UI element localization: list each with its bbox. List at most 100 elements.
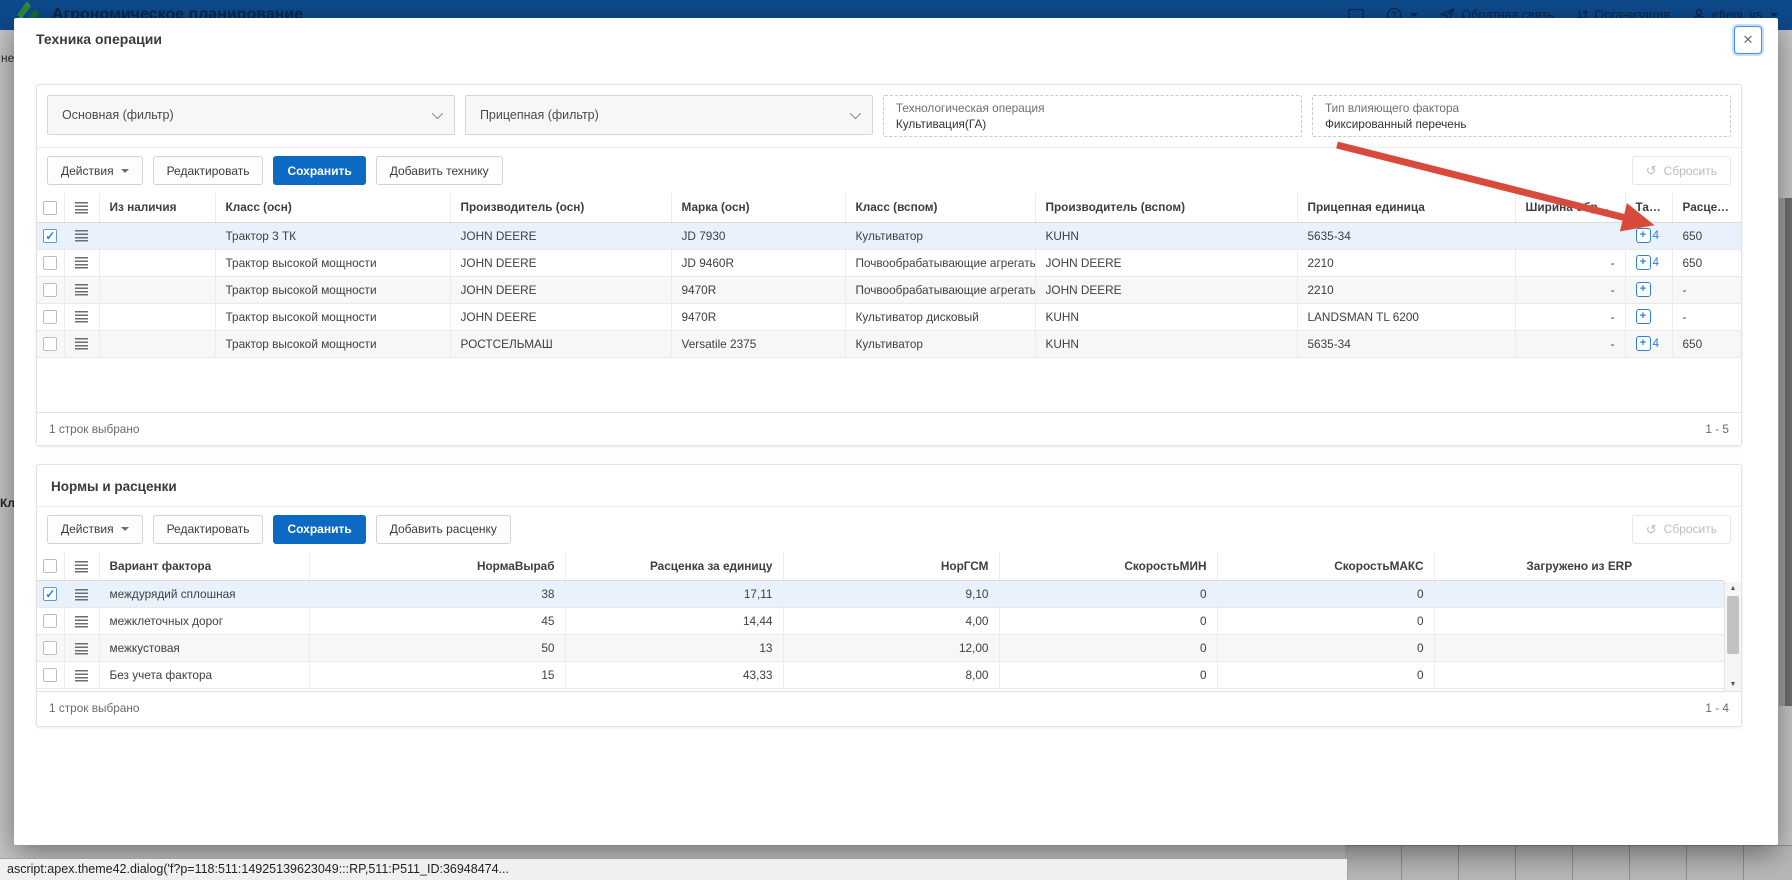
row-menu-icon[interactable] (75, 230, 88, 242)
row-menu-icon[interactable] (75, 589, 88, 601)
cell-erp[interactable] (1434, 662, 1724, 689)
equipment-col-header[interactable]: Класс (вспом) (845, 193, 1035, 222)
cell-trailed-unit[interactable]: 2210 (1297, 276, 1515, 303)
equipment-col-header[interactable]: Из наличия (99, 193, 215, 222)
cell-class-main[interactable]: Трактор высокой мощности (215, 249, 450, 276)
cell-brand-main[interactable]: JD 9460R (671, 249, 845, 276)
scrollbar-track[interactable] (1725, 595, 1741, 678)
equipment-col-header[interactable]: Ширина обработки (1515, 193, 1625, 222)
equipment-col-header[interactable]: Марка (осн) (671, 193, 845, 222)
cell-speed-max[interactable]: 0 (1217, 662, 1434, 689)
cell-class-aux[interactable]: Почвообрабатывающие агрегаты (845, 276, 1035, 303)
equipment-header-menu-icon[interactable] (75, 202, 88, 214)
cell-norm[interactable]: 38 (309, 581, 565, 608)
cell-factor[interactable]: межкустовая (99, 635, 309, 662)
cell-trailed-unit[interactable]: 2210 (1297, 249, 1515, 276)
cell-class-aux[interactable]: Культиватор (845, 330, 1035, 357)
cell-mfr-main[interactable]: JOHN DEERE (450, 249, 671, 276)
equipment-col-header[interactable]: Тарифн (1625, 193, 1672, 222)
row-menu-icon[interactable] (75, 311, 88, 323)
cell-speed-max[interactable]: 0 (1217, 581, 1434, 608)
cell-brand-main[interactable]: Versatile 2375 (671, 330, 845, 357)
cell-mfr-main[interactable]: JOHN DEERE (450, 303, 671, 330)
cell-class-main[interactable]: Трактор высокой мощности (215, 303, 450, 330)
equipment-col-header[interactable]: Производитель (вспом) (1035, 193, 1297, 222)
cell-from-stock[interactable] (99, 303, 215, 330)
tariff-plus-icon[interactable]: + (1636, 282, 1651, 297)
scrollbar-thumb[interactable] (1727, 596, 1739, 654)
cell-erp[interactable] (1434, 581, 1724, 608)
cell-mfr-aux[interactable]: KUHN (1035, 303, 1297, 330)
cell-rate[interactable]: 650 (1672, 330, 1741, 357)
dialog-close-button[interactable]: ✕ (1734, 26, 1762, 54)
rates-select-all-header[interactable] (37, 552, 64, 581)
cell-erp[interactable] (1434, 608, 1724, 635)
cell-rate-per-unit[interactable]: 17,11 (565, 581, 783, 608)
cell-rate-per-unit[interactable]: 14,44 (565, 608, 783, 635)
rates-reset-button[interactable]: ↺Сбросить (1632, 515, 1731, 544)
rates-col-header[interactable]: НорГСМ (783, 552, 999, 581)
equipment-add-button[interactable]: Добавить технику (376, 156, 503, 185)
cell-rate-per-unit[interactable]: 13 (565, 635, 783, 662)
cell-from-stock[interactable] (99, 330, 215, 357)
cell-class-main[interactable]: Трактор высокой мощности (215, 330, 450, 357)
cell-factor[interactable]: междурядий сплошная (99, 581, 309, 608)
row-select-checkbox[interactable] (43, 668, 57, 682)
equipment-header-menu[interactable] (64, 193, 99, 222)
cell-mfr-aux[interactable]: JOHN DEERE (1035, 249, 1297, 276)
cell-tariff[interactable]: +4 (1625, 249, 1672, 276)
rates-col-header[interactable]: НормаВыраб (309, 552, 565, 581)
rates-col-header[interactable]: СкоростьМАКС (1217, 552, 1434, 581)
tariff-count[interactable]: 4 (1653, 255, 1660, 269)
cell-speed-min[interactable]: 0 (999, 635, 1217, 662)
equipment-select-all-header[interactable] (37, 193, 64, 222)
rates-col-header[interactable]: Расценка за единицу (565, 552, 783, 581)
cell-norm[interactable]: 15 (309, 662, 565, 689)
row-select-checkbox[interactable] (43, 229, 57, 243)
cell-factor[interactable]: межклеточных дорог (99, 608, 309, 635)
cell-brand-main[interactable]: 9470R (671, 303, 845, 330)
cell-tariff[interactable]: + (1625, 276, 1672, 303)
cell-fuel-norm[interactable]: 12,00 (783, 635, 999, 662)
cell-width[interactable]: - (1515, 303, 1625, 330)
row-menu-icon[interactable] (75, 670, 88, 682)
row-select-checkbox[interactable] (43, 283, 57, 297)
cell-class-aux[interactable]: Культиватор дисковый (845, 303, 1035, 330)
cell-norm[interactable]: 45 (309, 608, 565, 635)
rates-actions-button[interactable]: Действия (47, 515, 143, 544)
cell-mfr-aux[interactable]: JOHN DEERE (1035, 276, 1297, 303)
cell-mfr-aux[interactable]: KUHN (1035, 330, 1297, 357)
rates-add-button[interactable]: Добавить расценку (376, 515, 511, 544)
cell-trailed-unit[interactable]: 5635-34 (1297, 222, 1515, 249)
cell-speed-min[interactable]: 0 (999, 608, 1217, 635)
row-menu-icon[interactable] (75, 616, 88, 628)
tariff-plus-icon[interactable]: + (1636, 336, 1651, 351)
row-menu-icon[interactable] (75, 338, 88, 350)
cell-from-stock[interactable] (99, 249, 215, 276)
cell-rate[interactable]: 650 (1672, 249, 1741, 276)
rates-header-menu-icon[interactable] (75, 561, 88, 573)
cell-from-stock[interactable] (99, 276, 215, 303)
equipment-select-all-checkbox[interactable] (43, 201, 57, 215)
cell-width[interactable]: - (1515, 276, 1625, 303)
rates-col-header[interactable]: СкоростьМИН (999, 552, 1217, 581)
row-select-checkbox[interactable] (43, 641, 57, 655)
equipment-col-header[interactable]: Расценка за (1672, 193, 1741, 222)
cell-speed-max[interactable]: 0 (1217, 608, 1434, 635)
cell-erp[interactable] (1434, 635, 1724, 662)
cell-fuel-norm[interactable]: 8,00 (783, 662, 999, 689)
cell-brand-main[interactable]: 9470R (671, 276, 845, 303)
row-menu-icon[interactable] (75, 284, 88, 296)
equipment-col-header[interactable]: Прицепная единица (1297, 193, 1515, 222)
cell-rate-per-unit[interactable]: 43,33 (565, 662, 783, 689)
cell-class-main[interactable]: Трактор высокой мощности (215, 276, 450, 303)
cell-mfr-aux[interactable]: KUHN (1035, 222, 1297, 249)
cell-mfr-main[interactable]: JOHN DEERE (450, 276, 671, 303)
rates-edit-button[interactable]: Редактировать (153, 515, 264, 544)
cell-tariff[interactable]: + (1625, 303, 1672, 330)
row-menu-icon[interactable] (75, 257, 88, 269)
cell-tariff[interactable]: +4 (1625, 330, 1672, 357)
equipment-col-header[interactable]: Класс (осн) (215, 193, 450, 222)
primary-filter-select[interactable]: Основная (фильтр) (47, 95, 455, 135)
cell-mfr-main[interactable]: РОСТСЕЛЬМАШ (450, 330, 671, 357)
